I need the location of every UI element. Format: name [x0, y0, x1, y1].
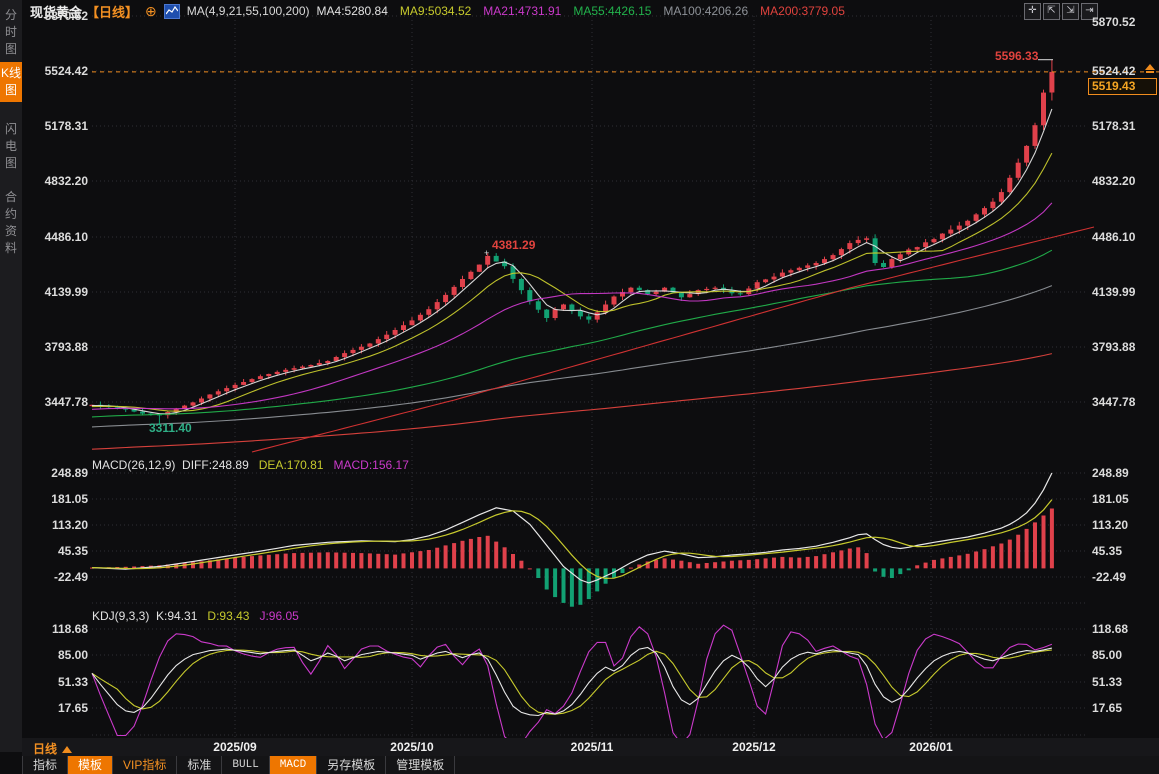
pan-icon[interactable]: ✛	[1024, 3, 1041, 20]
chevron-up-icon	[62, 746, 72, 753]
chart-toolbar-icons: ✛⇱⇲⇥	[1024, 3, 1098, 20]
x-axis-date: 2025/12	[719, 740, 789, 754]
y-axis-label-right: 3793.88	[1092, 340, 1158, 354]
macd-pane-header: MACD(26,12,9) DIFF:248.89 DEA:170.81 MAC…	[92, 458, 409, 472]
y-axis-label-right: 3447.78	[1092, 395, 1158, 409]
trading-app-window: + 分时图K线图闪电图合约资料 现货黄金 【日线】 ⊕ MA(4,9,21,55…	[0, 0, 1159, 774]
axis-right-icon[interactable]: ⇲	[1062, 3, 1079, 20]
y-axis-label-left: 5524.42	[0, 64, 88, 78]
y-axis-label-right: 5870.52	[1092, 15, 1158, 29]
macd-axis-label-right: 248.89	[1092, 466, 1158, 480]
kdj-title: KDJ(9,3,3)	[92, 609, 149, 623]
tab-standard[interactable]: 标准	[177, 756, 222, 774]
ma-group-label: MA(4,9,21,55,100,200)	[187, 4, 310, 18]
kdj-k-value: K:94.31	[156, 609, 197, 623]
y-axis-label-right: 4486.10	[1092, 230, 1158, 244]
axis-left-icon[interactable]: ⇱	[1043, 3, 1060, 20]
svg-text:+: +	[484, 248, 489, 258]
macd-axis-label-right: 113.20	[1092, 518, 1158, 532]
kdj-j-value: J:96.05	[259, 609, 298, 623]
period-tag[interactable]: 【日线】	[86, 2, 138, 21]
macd-axis-label-left: 181.05	[0, 492, 88, 506]
x-axis-date: 2025/11	[557, 740, 627, 754]
chart-thumbnail-icon[interactable]	[164, 4, 180, 19]
y-axis-label-left: 3793.88	[0, 340, 88, 354]
x-axis-date: 2026/01	[896, 740, 966, 754]
ma-legend-item: MA200:3779.05	[760, 4, 845, 18]
tab-bull[interactable]: BULL	[222, 756, 269, 774]
price-line-layer: +	[92, 60, 1159, 258]
last-price-tag: 5519.43	[1088, 78, 1157, 95]
kdj-axis-label-right: 118.68	[1092, 622, 1158, 636]
tab-manage-template[interactable]: 管理模板	[386, 756, 455, 774]
macd-dea-value: DEA:170.81	[259, 458, 324, 472]
ma-lines-layer	[92, 109, 1094, 452]
macd-axis-label-right: 45.35	[1092, 544, 1158, 558]
ma-legend-item: MA100:4206.26	[663, 4, 748, 18]
macd-axis-label-right: -22.49	[1092, 570, 1158, 584]
y-axis-label-right: 4832.20	[1092, 174, 1158, 188]
ma-legend: MA4:5280.84 MA9:5034.52 MA21:4731.91 MA55:4…	[317, 4, 845, 18]
period-selector[interactable]: 日线	[33, 740, 72, 757]
x-axis-date: 2025/09	[200, 740, 270, 754]
kdj-pane-header: KDJ(9,3,3) K:94.31 D:93.43 J:96.05	[92, 609, 299, 623]
x-axis-date: 2025/10	[377, 740, 447, 754]
macd-value: MACD:156.17	[334, 458, 409, 472]
macd-axis-label-left: 113.20	[0, 518, 88, 532]
macd-layer	[90, 473, 1054, 607]
kdj-layer	[92, 625, 1052, 744]
tab-templates[interactable]: 模板	[68, 756, 113, 774]
candles-layer	[90, 60, 1055, 424]
y-axis-label-right: 4139.99	[1092, 285, 1158, 299]
y-axis-label-left: 4139.99	[0, 285, 88, 299]
sidebar-tab-4[interactable]: 合约资料	[0, 186, 22, 260]
add-indicator-icon[interactable]: ⊕	[145, 4, 157, 18]
kdj-axis-label-left: 51.33	[0, 675, 88, 689]
chart-header: 现货黄金 【日线】 ⊕ MA(4,9,21,55,100,200) MA4:52…	[30, 0, 845, 22]
tab-vip-indicators[interactable]: VIP指标	[113, 756, 177, 774]
y-axis-label-left: 3447.78	[0, 395, 88, 409]
kdj-axis-label-right: 51.33	[1092, 675, 1158, 689]
kdj-axis-label-left: 85.00	[0, 648, 88, 662]
grid-layer	[92, 16, 1085, 750]
local-high-annotation: 4381.29	[492, 238, 535, 252]
kdj-axis-label-left: 17.65	[0, 701, 88, 715]
kdj-d-value: D:93.43	[207, 609, 249, 623]
date-axis-row: 日线 2025/09 2025/10 2025/11 2025/12 2026/01	[22, 738, 1159, 756]
bottom-toolbar: 指标模板VIP指标标准BULLMACD另存模板管理模板	[22, 756, 1159, 774]
jump-to-latest-icon[interactable]	[1144, 64, 1156, 76]
tab-indicators[interactable]: 指标	[22, 756, 68, 774]
ma-legend-item: MA9:5034.52	[400, 4, 471, 18]
kdj-axis-label-right: 85.00	[1092, 648, 1158, 662]
tab-macd[interactable]: MACD	[270, 756, 317, 774]
left-sidebar: 分时图K线图闪电图合约资料	[0, 0, 22, 752]
ma-legend-item: MA4:5280.84	[317, 4, 388, 18]
macd-axis-label-left: 45.35	[0, 544, 88, 558]
kdj-axis-label-right: 17.65	[1092, 701, 1158, 715]
y-axis-label-left: 5178.31	[0, 119, 88, 133]
ma-legend-item: MA21:4731.91	[483, 4, 561, 18]
macd-axis-label-left: 248.89	[0, 466, 88, 480]
highest-price-annotation: 5596.33	[995, 49, 1038, 63]
lowest-price-annotation: 3311.40	[149, 421, 192, 435]
macd-axis-label-right: 181.05	[1092, 492, 1158, 506]
y-axis-label-left: 4832.20	[0, 174, 88, 188]
macd-title: MACD(26,12,9)	[92, 458, 175, 472]
tab-save-template[interactable]: 另存模板	[317, 756, 386, 774]
macd-diff-value: DIFF:248.89	[182, 458, 249, 472]
y-axis-label-left: 4486.10	[0, 230, 88, 244]
macd-axis-label-left: -22.49	[0, 570, 88, 584]
ma-legend-item: MA55:4426.15	[573, 4, 651, 18]
chart-canvas[interactable]: +	[0, 0, 1159, 774]
y-axis-label-right: 5178.31	[1092, 119, 1158, 133]
y-axis-label-left: 5870.52	[0, 9, 88, 23]
kdj-axis-label-left: 118.68	[0, 622, 88, 636]
